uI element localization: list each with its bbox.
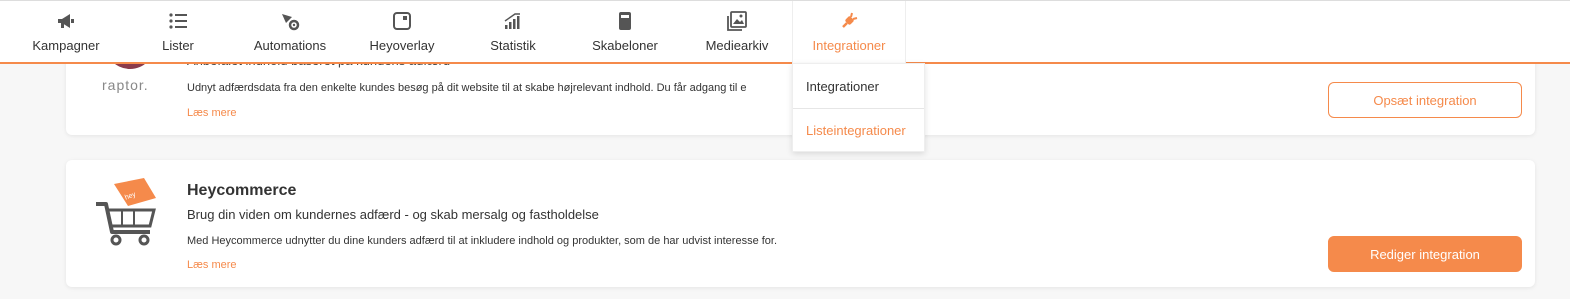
list-icon (167, 10, 189, 32)
card-subtitle: Brug din viden om kundernes adfærd - og … (187, 207, 599, 222)
nav-item-heyoverlay[interactable]: Heyoverlay (359, 1, 445, 63)
image-icon (726, 10, 748, 32)
nav-label: Integrationer (812, 38, 886, 53)
nav-item-automations[interactable]: Automations (244, 1, 336, 63)
svg-text:raptor.: raptor. (102, 77, 149, 93)
plug-icon (838, 10, 860, 32)
card-description: Udnyt adfærdsdata fra den enkelte kundes… (187, 82, 747, 94)
automation-gear-icon (279, 10, 301, 32)
nav-label: Heyoverlay (369, 38, 435, 53)
card-description: Med Heycommerce udnytter du dine kunders… (187, 235, 778, 247)
nav-label: Kampagner (32, 38, 100, 53)
read-more-link[interactable]: Læs mere (187, 259, 237, 271)
dropdown-item-integrationer[interactable]: Integrationer (793, 64, 924, 108)
edit-integration-button[interactable]: Rediger integration (1328, 236, 1522, 272)
setup-integration-button[interactable]: Opsæt integration (1328, 82, 1522, 118)
read-more-link[interactable]: Læs mere (187, 107, 237, 119)
card-title: Heycommerce (187, 182, 297, 199)
nav-label: Lister (162, 38, 194, 53)
heycommerce-cart-logo: hey (94, 176, 160, 246)
nav-item-skabeloner[interactable]: Skabeloner (582, 1, 668, 63)
dropdown-item-listeintegrationer[interactable]: Listeintegrationer (793, 108, 924, 152)
megaphone-icon (55, 10, 77, 32)
nav-label: Statistik (490, 38, 536, 53)
nav-item-integrationer[interactable]: Integrationer (792, 1, 906, 65)
integration-card-heycommerce: hey Heycommerce Brug din viden om kunder… (66, 160, 1535, 287)
top-navigation: Kampagner Lister Automations Heyoverlay … (0, 0, 1570, 65)
nav-label: Skabeloner (592, 38, 658, 53)
template-icon (614, 10, 636, 32)
integrations-dropdown: Integrationer Listeintegrationer (792, 63, 925, 152)
nav-label: Mediearkiv (705, 38, 769, 53)
nav-label: Automations (253, 38, 327, 53)
nav-item-mediearkiv[interactable]: Mediearkiv (694, 1, 780, 63)
nav-item-statistik[interactable]: Statistik (470, 1, 556, 63)
bar-chart-icon (502, 10, 524, 32)
overlay-icon (391, 10, 413, 32)
nav-item-lister[interactable]: Lister (135, 1, 221, 63)
nav-item-kampagner[interactable]: Kampagner (20, 1, 112, 63)
